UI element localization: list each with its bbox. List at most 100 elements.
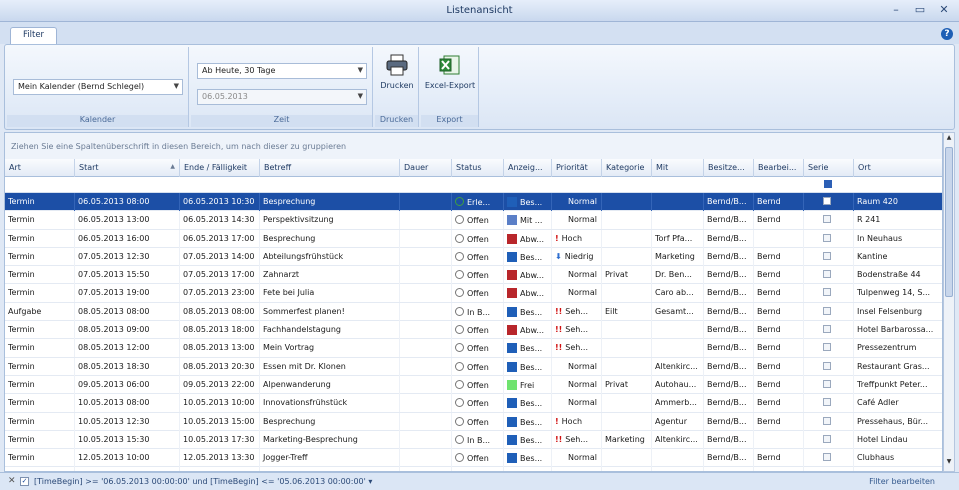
column-header-besitzer[interactable]: Besitze... [704,159,754,177]
series-checkbox[interactable] [823,416,831,425]
scroll-thumb[interactable] [945,147,953,297]
table-row[interactable]: Termin 07.05.2013 12:30 07.05.2013 14:00 Ab… [5,247,942,267]
priority-high-icon: !! [555,343,563,353]
column-header-prio[interactable]: Priorität [552,159,602,177]
cell-mit: Dr. Ben... [652,266,704,285]
table-row[interactable]: Termin 12.05.2013 10:00 12.05.2013 13:30 Jo… [5,449,942,468]
cell-anz: Bes... [504,247,552,266]
filter-status-bar: ✕ ✓ [TimeBegin] >= '06.05.2013 00:00:00'… [0,472,959,490]
cell-mit [652,449,704,468]
clock-icon [455,325,464,335]
table-row[interactable]: Termin 06.05.2013 08:00 06.05.2013 10:30 Be… [5,193,942,212]
series-checkbox[interactable] [823,453,831,462]
priority-high-icon: !! [555,434,563,444]
availability-text: Bes... [520,362,543,372]
series-checkbox[interactable] [823,361,831,370]
column-header-kat[interactable]: Kategorie [602,159,652,177]
series-checkbox[interactable] [823,343,831,352]
scroll-down-icon[interactable]: ▼ [944,458,954,470]
cell-bearb [754,229,804,248]
series-checkbox[interactable] [823,288,831,297]
cell-besitzer: Bernd/B... [704,357,754,376]
series-checkbox[interactable] [823,270,831,279]
status-text: Erle... [467,198,491,207]
column-header-betreff[interactable]: Betreff [260,159,400,177]
auto-filter-row[interactable] [5,177,942,193]
cell-ort: Hotel Lindau [854,431,942,449]
series-checkbox[interactable] [823,325,831,334]
column-header-serie[interactable]: Serie [804,159,854,177]
table-row[interactable]: Termin 06.05.2013 13:00 06.05.2013 14:30 Pe… [5,211,942,230]
help-icon[interactable]: ? [941,28,953,40]
excel-export-button[interactable]: Excel-Export [423,53,477,90]
table-row[interactable]: Termin 08.05.2013 12:00 08.05.2013 13:00 Me… [5,339,942,358]
table-row[interactable]: Aufgabe 08.05.2013 08:00 08.05.2013 08:00 S… [5,302,942,322]
table-row[interactable]: Termin 08.05.2013 09:00 08.05.2013 18:00 Fa… [5,321,942,340]
series-checkbox[interactable] [823,233,831,242]
table-row[interactable]: Termin 09.05.2013 06:00 09.05.2013 22:00 Al… [5,375,942,395]
table-row[interactable]: Termin 07.05.2013 19:00 07.05.2013 23:00 Fe… [5,284,942,303]
column-header-bearb[interactable]: Bearbei... [754,159,804,177]
cell-ende: 08.05.2013 08:00 [180,302,260,321]
cell-art: Termin [5,229,75,248]
column-header-mit[interactable]: Mit [652,159,704,177]
column-header-start[interactable]: Start ▲ [75,159,180,177]
column-header-label: Start [79,163,99,172]
scroll-up-icon[interactable]: ▲ [944,134,954,146]
cell-status: Offen [452,247,504,266]
priority-high-icon: !! [555,306,563,316]
column-header-ort[interactable]: Ort [854,159,942,177]
series-checkbox[interactable] [823,215,831,224]
chevron-down-icon[interactable]: ▾ [368,477,372,486]
edit-filter-link[interactable]: Filter bearbeiten [869,477,935,486]
filter-enabled-checkbox[interactable]: ✓ [20,477,29,486]
priority-text: Normal [568,288,597,298]
table-row[interactable]: Termin 10.05.2013 12:30 10.05.2013 15:00 Be… [5,412,942,431]
cell-bearb: Bernd [754,211,804,230]
series-checkbox[interactable] [823,434,831,443]
cell-start: 06.05.2013 13:00 [75,211,180,230]
table-row[interactable]: Termin 06.05.2013 16:00 06.05.2013 17:00 Be… [5,229,942,248]
column-header-ende[interactable]: Ende / Fälligkeit [180,159,260,177]
column-header-label: Besitze... [708,163,745,172]
availability-text: Abw... [520,289,544,299]
cell-betreff: Sommerfest planen! [260,302,400,321]
cell-kat [602,321,652,340]
table-row[interactable]: Termin 07.05.2013 15:50 07.05.2013 17:00 Za… [5,266,942,285]
table-row[interactable]: Termin 10.05.2013 15:30 10.05.2013 17:30 Ma… [5,430,942,450]
availability-swatch [507,270,517,281]
maximize-button[interactable]: ▭ [913,3,927,16]
minimize-button[interactable]: – [889,3,903,16]
series-checkbox[interactable] [823,306,831,315]
cell-ort: Kantine [854,248,942,266]
date-combo[interactable]: 06.05.2013 ▼ [197,89,367,105]
table-row[interactable]: Termin 08.05.2013 18:30 08.05.2013 20:30 Es… [5,357,942,376]
calendar-combo[interactable]: Mein Kalender (Bernd Schlegel) ▼ [13,79,183,95]
clear-filter-icon[interactable]: ✕ [8,476,16,486]
series-checkbox[interactable] [823,251,831,260]
availability-text: Frei [520,380,535,390]
table-row[interactable]: Termin 10.05.2013 08:00 10.05.2013 10:00 In… [5,394,942,413]
column-header-label: Anzeig... [508,163,543,172]
cell-mit: Torf Pfa... [652,229,704,248]
tab-filter[interactable]: Filter [10,27,58,44]
cell-serie [804,394,854,413]
column-header-dauer[interactable]: Dauer [400,159,452,177]
group-by-panel[interactable]: Ziehen Sie eine Spaltenüberschrift in di… [5,133,942,159]
series-checkbox[interactable] [823,398,831,407]
cell-ort: In Neuhaus [854,230,942,248]
filter-expression[interactable]: [TimeBegin] >= '06.05.2013 00:00:00' und… [34,477,372,486]
excel-icon [439,55,460,75]
column-header-art[interactable]: Art [5,159,75,177]
serie-filter-checkbox[interactable] [824,180,832,188]
time-range-combo[interactable]: Ab Heute, 30 Tage ▼ [197,63,367,79]
close-button[interactable]: ✕ [937,3,951,16]
group-label-export: Export [421,115,478,127]
series-checkbox[interactable] [823,379,831,388]
print-button[interactable]: Drucken [379,53,415,90]
series-checkbox[interactable] [823,197,831,205]
cell-dauer [400,394,452,413]
vertical-scrollbar[interactable]: ▲ ▼ [943,132,955,472]
column-header-status[interactable]: Status [452,159,504,177]
column-header-anz[interactable]: Anzeig... [504,159,552,177]
